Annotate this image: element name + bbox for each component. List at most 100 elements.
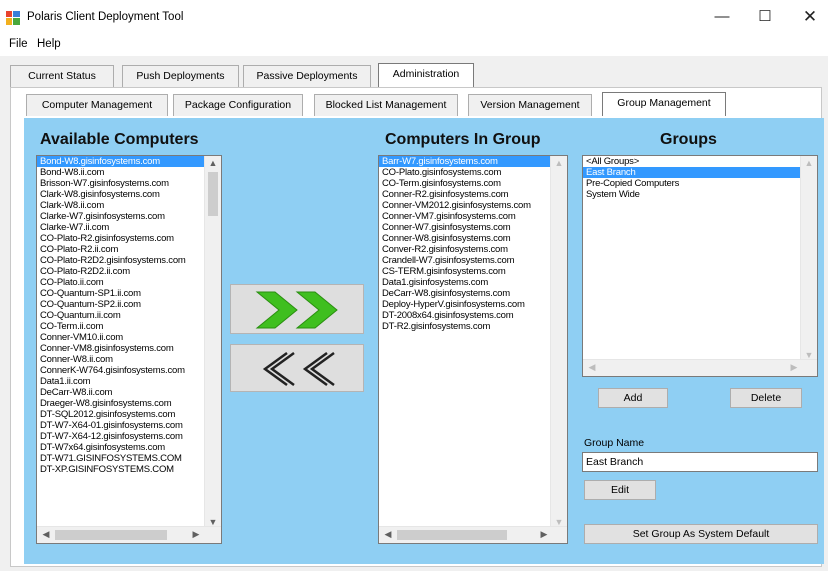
scroll-up-icon[interactable]: ▲ <box>552 158 566 168</box>
list-item[interactable]: CO-Term.ii.com <box>37 321 221 332</box>
list-item[interactable]: Barr-W7.gisinfosystems.com <box>379 156 567 167</box>
list-item[interactable]: Data1.gisinfosystems.com <box>379 277 567 288</box>
list-item[interactable]: DeCarr-W8.ii.com <box>37 387 221 398</box>
group-name-input[interactable] <box>582 452 818 472</box>
list-item[interactable]: DT-2008x64.gisinfosystems.com <box>379 310 567 321</box>
scroll-thumb[interactable] <box>55 530 167 540</box>
group-horizontal-scrollbar[interactable]: ◀ ▶ <box>379 526 567 543</box>
tab-computer-management[interactable]: Computer Management <box>26 94 168 116</box>
list-item[interactable]: DT-W7x64.gisinfosystems.com <box>37 442 221 453</box>
scroll-right-icon[interactable]: ▶ <box>189 529 203 540</box>
available-computers-title: Available Computers <box>40 131 199 148</box>
list-item[interactable]: DT-W71.GISINFOSYSTEMS.COM <box>37 453 221 464</box>
list-item[interactable]: Clarke-W7.gisinfosystems.com <box>37 211 221 222</box>
list-item[interactable]: DeCarr-W8.gisinfosystems.com <box>379 288 567 299</box>
group-name-label: Group Name <box>584 437 645 449</box>
scroll-left-icon[interactable]: ◀ <box>585 362 599 373</box>
list-item[interactable]: CS-TERM.gisinfosystems.com <box>379 266 567 277</box>
list-item[interactable]: CO-Term.gisinfosystems.com <box>379 178 567 189</box>
list-item[interactable]: Conner-VM8.gisinfosystems.com <box>37 343 221 354</box>
list-item[interactable]: <All Groups> <box>583 156 817 167</box>
menu-help[interactable]: Help <box>37 38 61 50</box>
list-item[interactable]: CO-Quantum.ii.com <box>37 310 221 321</box>
list-item[interactable]: CO-Plato-R2D2.gisinfosystems.com <box>37 255 221 266</box>
tab-current-status[interactable]: Current Status <box>10 65 114 87</box>
list-item[interactable]: Deploy-HyperV.gisinfosystems.com <box>379 299 567 310</box>
delete-group-button[interactable]: Delete <box>730 388 802 408</box>
tab-group-management[interactable]: Group Management <box>602 92 726 116</box>
menu-bar: File Help <box>0 34 828 56</box>
scroll-right-icon[interactable]: ▶ <box>787 362 801 373</box>
list-item[interactable]: CO-Plato-R2.ii.com <box>37 244 221 255</box>
add-group-button[interactable]: Add <box>598 388 668 408</box>
list-item[interactable]: CO-Plato.gisinfosystems.com <box>379 167 567 178</box>
list-item[interactable]: Conner-W8.gisinfosystems.com <box>379 233 567 244</box>
list-item[interactable]: Conner-R2.gisinfosystems.com <box>379 189 567 200</box>
group-vertical-scrollbar[interactable]: ▲ ▼ <box>550 156 567 529</box>
tab-blocked-list-management[interactable]: Blocked List Management <box>314 94 458 116</box>
list-item[interactable]: Draeger-W8.gisinfosystems.com <box>37 398 221 409</box>
groups-vertical-scrollbar[interactable]: ▲ ▼ <box>800 156 817 362</box>
edit-group-button[interactable]: Edit <box>584 480 656 500</box>
list-item[interactable]: DT-SQL2012.gisinfosystems.com <box>37 409 221 420</box>
double-chevron-left-icon <box>262 351 335 387</box>
list-item[interactable]: CO-Plato.ii.com <box>37 277 221 288</box>
minimize-button[interactable]: — <box>702 4 742 30</box>
close-button[interactable]: ✕ <box>790 4 828 30</box>
list-item[interactable]: Conner-VM2012.gisinfosystems.com <box>379 200 567 211</box>
list-item[interactable]: East Branch <box>583 167 817 178</box>
computers-in-group-title: Computers In Group <box>385 131 541 148</box>
app-icon <box>6 11 20 25</box>
groups-title: Groups <box>660 131 717 148</box>
available-horizontal-scrollbar[interactable]: ◀ ▶ <box>37 526 221 543</box>
list-item[interactable]: CO-Plato-R2.gisinfosystems.com <box>37 233 221 244</box>
window-title: Polaris Client Deployment Tool <box>27 11 184 23</box>
list-item[interactable]: DT-XP.GISINFOSYSTEMS.COM <box>37 464 221 475</box>
list-item[interactable]: Clarke-W7.ii.com <box>37 222 221 233</box>
tab-administration[interactable]: Administration <box>378 63 474 87</box>
list-item[interactable]: System Wide <box>583 189 817 200</box>
list-item[interactable]: ConnerK-W764.gisinfosystems.com <box>37 365 221 376</box>
tab-package-configuration[interactable]: Package Configuration <box>173 94 303 116</box>
menu-file[interactable]: File <box>9 38 28 50</box>
list-item[interactable]: Conner-W8.ii.com <box>37 354 221 365</box>
groups-listbox[interactable]: <All Groups> East Branch Pre-Copied Comput… <box>582 155 818 377</box>
list-item[interactable]: Data1.ii.com <box>37 376 221 387</box>
maximize-button[interactable]: ☐ <box>745 4 785 30</box>
list-item[interactable]: Conner-VM10.ii.com <box>37 332 221 343</box>
scroll-right-icon[interactable]: ▶ <box>537 529 551 540</box>
tab-version-management[interactable]: Version Management <box>468 94 592 116</box>
list-item[interactable]: Conner-VM7.gisinfosystems.com <box>379 211 567 222</box>
available-vertical-scrollbar[interactable]: ▲ ▼ <box>204 156 221 529</box>
list-item[interactable]: Conner-W7.gisinfosystems.com <box>379 222 567 233</box>
tab-push-deployments[interactable]: Push Deployments <box>122 65 239 87</box>
scroll-thumb[interactable] <box>397 530 507 540</box>
scroll-up-icon[interactable]: ▲ <box>802 158 816 168</box>
scroll-up-icon[interactable]: ▲ <box>206 158 220 168</box>
add-to-group-button[interactable] <box>230 284 364 334</box>
groups-horizontal-scrollbar[interactable]: ◀ ▶ <box>583 359 817 376</box>
double-chevron-right-icon <box>255 291 338 329</box>
set-system-default-button[interactable]: Set Group As System Default <box>584 524 818 544</box>
list-item[interactable]: Clark-W8.gisinfosystems.com <box>37 189 221 200</box>
list-item[interactable]: CO-Quantum-SP2.ii.com <box>37 299 221 310</box>
list-item[interactable]: Crandell-W7.gisinfosystems.com <box>379 255 567 266</box>
list-item[interactable]: Brisson-W7.gisinfosystems.com <box>37 178 221 189</box>
scroll-left-icon[interactable]: ◀ <box>39 529 53 540</box>
list-item[interactable]: CO-Plato-R2D2.ii.com <box>37 266 221 277</box>
remove-from-group-button[interactable] <box>230 344 364 392</box>
list-item[interactable]: Pre-Copied Computers <box>583 178 817 189</box>
list-item[interactable]: Conver-R2.gisinfosystems.com <box>379 244 567 255</box>
list-item[interactable]: DT-W7-X64-01.gisinfosystems.com <box>37 420 221 431</box>
list-item[interactable]: DT-R2.gisinfosystems.com <box>379 321 567 332</box>
computers-in-group-listbox[interactable]: Barr-W7.gisinfosystems.com CO-Plato.gisin… <box>378 155 568 544</box>
list-item[interactable]: CO-Quantum-SP1.ii.com <box>37 288 221 299</box>
tab-passive-deployments[interactable]: Passive Deployments <box>243 65 371 87</box>
list-item[interactable]: Bond-W8.gisinfosystems.com <box>37 156 221 167</box>
scroll-left-icon[interactable]: ◀ <box>381 529 395 540</box>
available-computers-listbox[interactable]: Bond-W8.gisinfosystems.com Bond-W8.ii.com… <box>36 155 222 544</box>
list-item[interactable]: DT-W7-X64-12.gisinfosystems.com <box>37 431 221 442</box>
list-item[interactable]: Clark-W8.ii.com <box>37 200 221 211</box>
scroll-thumb[interactable] <box>208 172 218 216</box>
list-item[interactable]: Bond-W8.ii.com <box>37 167 221 178</box>
